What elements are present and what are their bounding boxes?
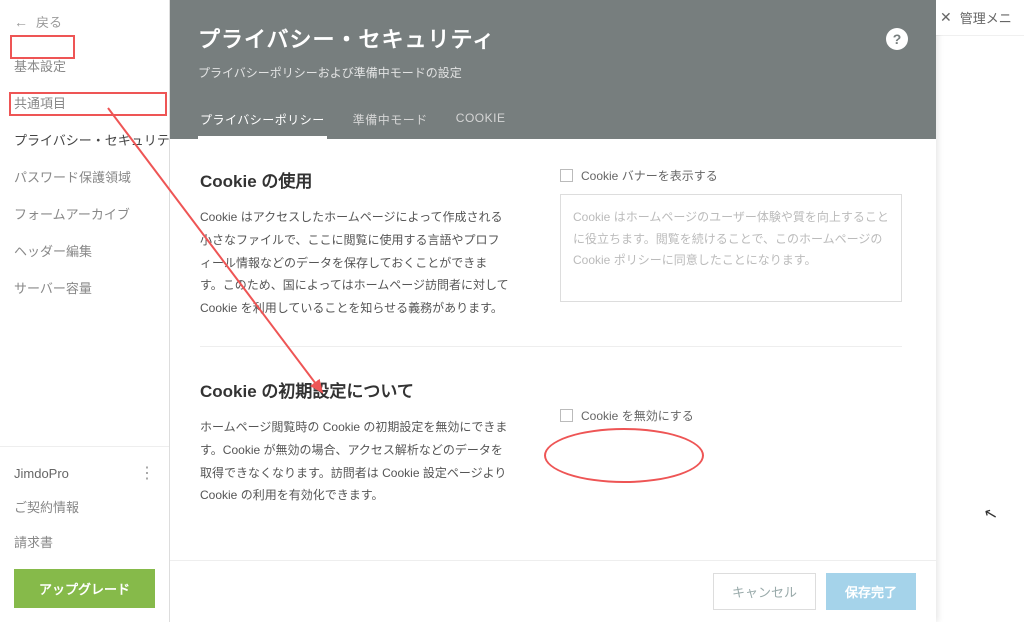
back-arrow-icon: ←: [14, 14, 28, 30]
more-menu-icon[interactable]: ⋮: [139, 463, 155, 483]
tab-maintenance-mode[interactable]: 準備中モード: [351, 103, 430, 139]
checkbox-disable-cookie[interactable]: Cookie を無効にする: [560, 407, 902, 424]
settings-panel: プライバシー・セキュリティ プライバシーポリシーおよび準備中モードの設定 ? プ…: [170, 0, 936, 622]
cookie-banner-text-input[interactable]: Cookie はホームページのユーザー体験や質を向上することに役立ちます。閲覧を…: [560, 194, 902, 302]
nav-item-header-edit[interactable]: ヘッダー編集: [0, 232, 169, 269]
section-title-cookie-use: Cookie の使用: [200, 167, 510, 192]
panel-header: プライバシー・セキュリティ プライバシーポリシーおよび準備中モードの設定 ? プ…: [170, 0, 936, 139]
panel-body: Cookie の使用 Cookie はアクセスしたホームページによって作成される…: [170, 139, 936, 560]
tab-cookie[interactable]: COOKIE: [454, 103, 508, 139]
page-subtitle: プライバシーポリシーおよび準備中モードの設定: [198, 64, 495, 81]
nav-item-basic-settings[interactable]: 基本設定: [0, 47, 169, 84]
save-button[interactable]: 保存完了: [826, 573, 916, 610]
nav-item-server-capacity[interactable]: サーバー容量: [0, 269, 169, 306]
sidebar: ← 戻る 基本設定 共通項目 プライバシー・セキュリティ パスワード保護領域 フ…: [0, 0, 170, 622]
checkbox-label-disable-cookie: Cookie を無効にする: [581, 407, 694, 424]
cancel-button[interactable]: キャンセル: [713, 573, 816, 610]
right-admin-menu[interactable]: ✕ 管理メニ: [936, 0, 1024, 35]
nav-item-password-protected[interactable]: パスワード保護領域: [0, 158, 169, 195]
checkbox-icon: [560, 409, 573, 422]
section-desc-cookie-default: ホームページ閲覧時の Cookie の初期設定を無効にできます。Cookie が…: [200, 416, 510, 507]
panel-footer: キャンセル 保存完了: [170, 560, 936, 622]
section-cookie-default: Cookie の初期設定について ホームページ閲覧時の Cookie の初期設定…: [200, 346, 902, 533]
nav-item-common[interactable]: 共通項目: [0, 84, 169, 121]
section-title-cookie-default: Cookie の初期設定について: [200, 377, 510, 402]
upgrade-button[interactable]: アップグレード: [14, 569, 155, 608]
nav-item-invoice[interactable]: 請求書: [0, 524, 169, 559]
nav-item-privacy-security[interactable]: プライバシー・セキュリティ: [0, 121, 169, 158]
back-button[interactable]: ← 戻る: [0, 0, 169, 43]
close-icon[interactable]: ✕: [940, 9, 952, 26]
checkbox-cookie-banner[interactable]: Cookie バナーを表示する: [560, 167, 902, 184]
checkbox-label-cookie-banner: Cookie バナーを表示する: [581, 167, 718, 184]
main: プライバシー・セキュリティ プライバシーポリシーおよび準備中モードの設定 ? プ…: [170, 0, 1024, 622]
nav-item-contract-info[interactable]: ご契約情報: [0, 489, 169, 524]
help-icon[interactable]: ?: [886, 28, 908, 50]
page-title: プライバシー・セキュリティ: [198, 22, 495, 54]
tabs: プライバシーポリシー 準備中モード COOKIE: [198, 103, 908, 139]
section-cookie-use: Cookie の使用 Cookie はアクセスしたホームページによって作成される…: [200, 167, 902, 346]
checkbox-icon: [560, 169, 573, 182]
back-label: 戻る: [36, 12, 62, 31]
sidebar-bottom: JimdoPro ⋮ ご契約情報 請求書 アップグレード: [0, 446, 169, 622]
right-panel-label: 管理メニ: [960, 8, 1012, 27]
nav-list: 基本設定 共通項目 プライバシー・セキュリティ パスワード保護領域 フォームアー…: [0, 43, 169, 306]
section-desc-cookie-use: Cookie はアクセスしたホームページによって作成される小さなファイルで、ここ…: [200, 206, 510, 320]
nav-item-form-archive[interactable]: フォームアーカイブ: [0, 195, 169, 232]
plan-name: JimdoPro: [14, 466, 69, 481]
tab-privacy-policy[interactable]: プライバシーポリシー: [198, 103, 327, 139]
